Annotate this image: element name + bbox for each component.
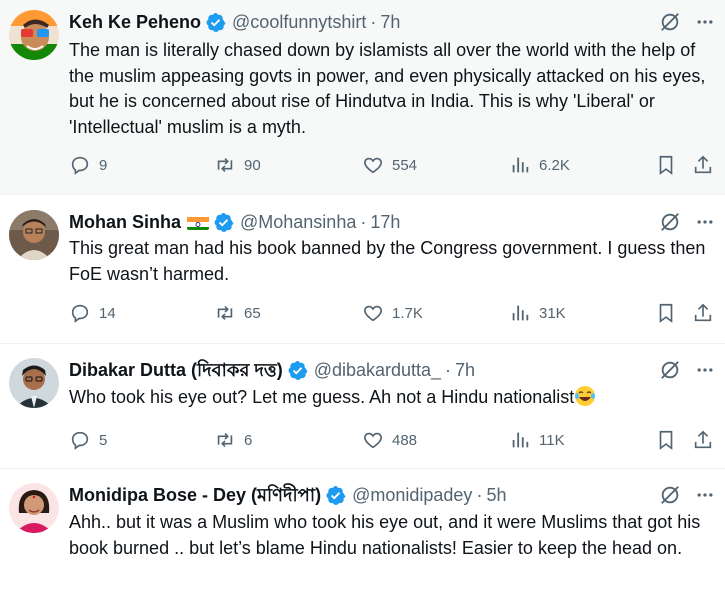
- bookmark-icon: [659, 430, 673, 450]
- view-count: 31K: [539, 304, 566, 322]
- handle[interactable]: @Mohansinha: [240, 211, 356, 233]
- verified-badge-icon: [205, 12, 226, 33]
- views-button[interactable]: 11K: [509, 429, 565, 451]
- reply-icon: [71, 304, 89, 323]
- bookmark-icon: [659, 303, 673, 323]
- tweet-feed: Keh Ke Peheno @coolfunnytshirt · 7h The …: [0, 0, 725, 590]
- like-button[interactable]: 554: [362, 154, 417, 176]
- repost-button[interactable]: 90: [214, 154, 261, 176]
- reply-count: 9: [99, 156, 108, 174]
- separator: ·: [445, 360, 452, 380]
- grok-icon[interactable]: [659, 11, 681, 33]
- view-count: 11K: [539, 431, 565, 449]
- repost-count: 6: [244, 431, 253, 449]
- timestamp[interactable]: 17h: [370, 211, 400, 233]
- avatar[interactable]: [9, 483, 59, 533]
- verified-badge-icon: [325, 485, 346, 506]
- timestamp[interactable]: 7h: [455, 359, 475, 381]
- grok-icon[interactable]: [659, 484, 681, 506]
- share-button[interactable]: [692, 154, 714, 176]
- bookmark-icon: [659, 155, 673, 175]
- grok-icon[interactable]: [659, 359, 681, 381]
- like-count: 488: [392, 431, 418, 449]
- display-name[interactable]: Keh Ke Peheno: [69, 11, 201, 33]
- display-name[interactable]: Monidipa Bose - Dey (মণিদীপা): [69, 484, 321, 506]
- face-with-tears-of-joy-icon: [574, 385, 596, 407]
- tweet-text: The man is literally chased down by isla…: [69, 40, 706, 137]
- reply-icon: [71, 431, 89, 450]
- bookmark-button[interactable]: [655, 154, 677, 176]
- share-button[interactable]: [692, 429, 714, 451]
- tweet-text-content: Who took his eye out? Let me guess. Ah n…: [69, 387, 575, 407]
- views-button[interactable]: 6.2K: [509, 154, 570, 176]
- avatar[interactable]: [9, 10, 59, 60]
- tweet[interactable]: Keh Ke Peheno @coolfunnytshirt · 7h The …: [0, 0, 725, 195]
- reply-button[interactable]: 5: [69, 429, 107, 451]
- avatar[interactable]: [9, 210, 59, 260]
- avatar[interactable]: [9, 358, 59, 408]
- share-icon: [694, 303, 712, 322]
- more-options-icon[interactable]: [695, 360, 715, 380]
- timestamp[interactable]: 5h: [486, 484, 506, 506]
- like-count: 554: [392, 156, 418, 174]
- reply-button[interactable]: 14: [69, 302, 116, 324]
- tweet[interactable]: Mohan Sinha @Mohansinha · 17h This great…: [0, 195, 725, 344]
- more-options-icon[interactable]: [695, 212, 715, 232]
- display-name[interactable]: Mohan Sinha: [69, 211, 181, 233]
- repost-button[interactable]: 65: [214, 302, 261, 324]
- views-icon: [512, 157, 529, 173]
- verified-badge-icon: [287, 360, 308, 381]
- tweet-text: This great man had his book banned by th…: [69, 238, 706, 284]
- repost-button[interactable]: 6: [214, 429, 252, 451]
- repost-icon: [217, 157, 233, 173]
- share-icon: [694, 430, 712, 449]
- repost-icon: [217, 305, 233, 321]
- tweet[interactable]: Monidipa Bose - Dey (মণিদীপা) @monidipad…: [0, 469, 725, 590]
- heart-icon: [364, 432, 382, 449]
- views-icon: [512, 432, 529, 448]
- views-icon: [512, 305, 529, 321]
- separator: ·: [476, 485, 483, 505]
- reply-icon: [71, 156, 89, 175]
- timestamp[interactable]: 7h: [380, 11, 400, 33]
- handle[interactable]: @dibakardutta_: [314, 359, 441, 381]
- more-options-icon[interactable]: [695, 485, 715, 505]
- bookmark-button[interactable]: [655, 429, 677, 451]
- reply-count: 14: [99, 304, 116, 322]
- handle[interactable]: @coolfunnytshirt: [232, 11, 366, 33]
- heart-icon: [364, 157, 382, 174]
- separator: ·: [370, 12, 377, 32]
- display-name[interactable]: Dibakar Dutta (দিবাকর দত্ত): [69, 359, 283, 381]
- share-button[interactable]: [692, 302, 714, 324]
- like-button[interactable]: 1.7K: [362, 302, 423, 324]
- repost-count: 65: [244, 304, 261, 322]
- reply-count: 5: [99, 431, 108, 449]
- share-icon: [694, 155, 712, 174]
- heart-icon: [364, 305, 382, 322]
- repost-count: 90: [244, 156, 261, 174]
- like-count: 1.7K: [392, 304, 423, 322]
- repost-icon: [217, 432, 233, 448]
- tweet[interactable]: Dibakar Dutta (দিবাকর দত্ত) @dibakardutt…: [0, 344, 725, 469]
- view-count: 6.2K: [539, 156, 570, 174]
- separator: ·: [360, 212, 367, 232]
- handle[interactable]: @monidipadey: [352, 484, 472, 506]
- tweet-text: Who took his eye out? Let me guess. Ah n…: [69, 385, 717, 411]
- grok-icon[interactable]: [659, 211, 681, 233]
- tweet-text: Ahh.. but it was a Muslim who took his e…: [69, 512, 701, 558]
- india-flag-icon: [187, 215, 209, 230]
- reply-button[interactable]: 9: [69, 154, 107, 176]
- more-options-icon[interactable]: [695, 12, 715, 32]
- like-button[interactable]: 488: [362, 429, 417, 451]
- bookmark-button[interactable]: [655, 302, 677, 324]
- verified-badge-icon: [213, 212, 234, 233]
- views-button[interactable]: 31K: [509, 302, 566, 324]
